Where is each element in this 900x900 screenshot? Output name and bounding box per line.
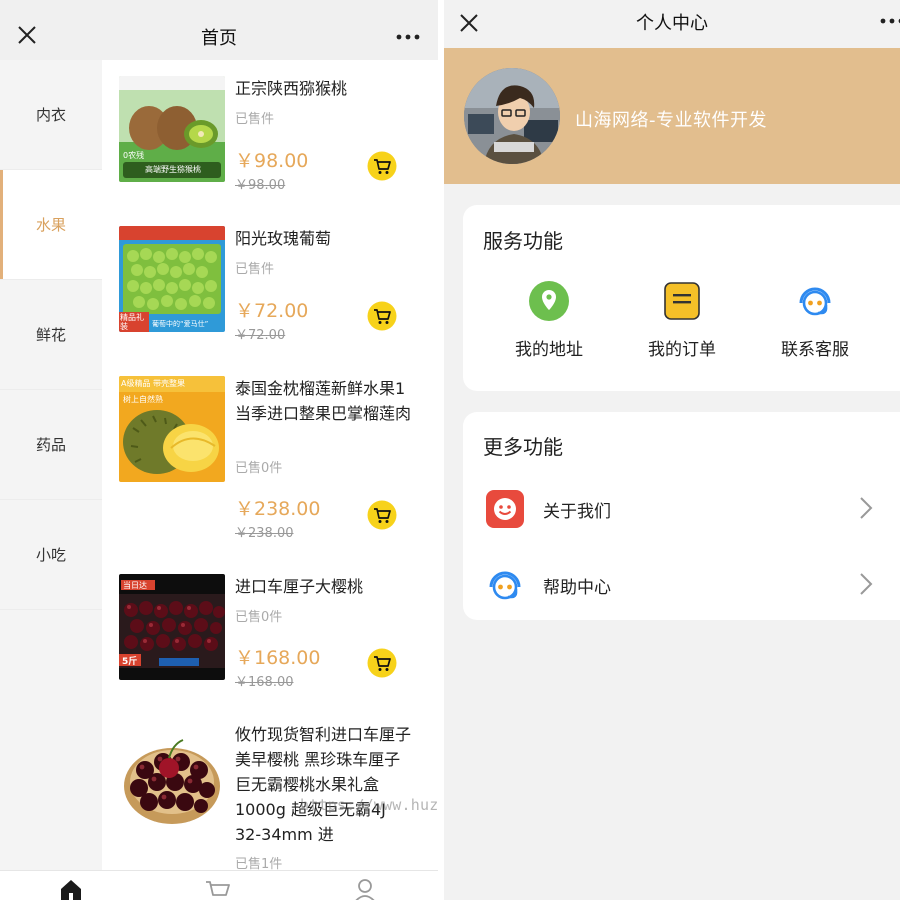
category-item[interactable]: 药品 <box>0 390 102 500</box>
add-to-cart-icon[interactable] <box>367 151 397 181</box>
sold-count: 已售1件 <box>235 857 283 870</box>
goods-item[interactable]: 高端野生猕猴桃 0农残 正宗陕西猕猴桃 已售件 ￥98.00 ￥98.00 <box>102 60 438 210</box>
product-image: 当日达 5斤 <box>119 574 225 680</box>
category-item-active[interactable]: 水果 <box>0 170 102 280</box>
page-title: 个人中心 <box>636 13 708 34</box>
add-to-cart-icon[interactable] <box>367 301 397 331</box>
product-price: ￥98.00 <box>235 150 309 172</box>
goods-item[interactable]: 攸竹现货智利进口车厘子 美早樱桃 黑珍珠车厘子巨无霸樱桃水果礼盒 1000g 超… <box>102 708 438 870</box>
service-label: 我的订单 <box>648 340 716 360</box>
about-us-item[interactable]: 关于我们 <box>463 479 900 539</box>
product-name: 阳光玫瑰葡萄 <box>235 229 332 248</box>
home-icon[interactable] <box>58 877 84 900</box>
home-screen: 首页 内衣 水果 鲜花 药品 小吃 高端野生猕猴桃 0农残 正宗陕西猕猴桃 已售… <box>0 0 438 900</box>
about-us-icon <box>486 490 524 528</box>
sold-count: 已售0件 <box>235 610 283 625</box>
location-icon <box>529 281 569 321</box>
category-item[interactable]: 小吃 <box>0 500 102 610</box>
more-icon[interactable] <box>396 34 420 40</box>
profile-navbar: 个人中心 <box>444 0 900 48</box>
sold-count: 已售0件 <box>235 461 283 476</box>
customer-service-icon <box>799 287 831 316</box>
menu-item-label: 关于我们 <box>543 502 611 522</box>
category-label: 药品 <box>35 436 66 454</box>
product-image-caption: 树上自然熟 <box>123 395 163 404</box>
help-center-item[interactable]: 帮助中心 <box>463 555 900 615</box>
category-item[interactable]: 内衣 <box>0 60 102 170</box>
bottom-tab-bar <box>0 870 438 900</box>
more-icon[interactable] <box>880 18 900 24</box>
category-label: 内衣 <box>35 106 66 124</box>
product-image-caption: 5斤 <box>122 657 138 667</box>
product-price: ￥72.00 <box>235 300 309 322</box>
service-label: 我的地址 <box>515 340 583 360</box>
menu-item-label: 帮助中心 <box>543 578 611 598</box>
goods-list: 高端野生猕猴桃 0农残 正宗陕西猕猴桃 已售件 ￥98.00 ￥98.00 精品… <box>102 60 438 870</box>
product-image-caption: A级精品 带壳整果 <box>121 379 186 388</box>
goods-item[interactable]: A级精品 带壳整果 树上自然熟 泰国金枕榴莲新鲜水果1当季进口整果巴掌榴莲肉 已… <box>102 360 438 560</box>
product-image: 高端野生猕猴桃 0农残 <box>119 76 225 182</box>
product-image: A级精品 带壳整果 树上自然熟 <box>119 376 225 482</box>
profile-screen: 个人中心 山海网络-专业软件开发 服务功能 我的地址 我的订单 联系客服 更多功… <box>444 0 900 900</box>
page-title: 首页 <box>201 28 237 49</box>
customer-service-button[interactable]: 联系客服 <box>760 281 870 361</box>
user-nickname: 山海网络-专业软件开发 <box>575 110 767 131</box>
chevron-right-icon <box>860 573 873 595</box>
product-image-caption: 精品礼装 <box>120 313 144 331</box>
section-title: 服务功能 <box>483 229 563 253</box>
sold-count: 已售件 <box>235 262 275 277</box>
product-name: 进口车厘子大樱桃 <box>235 577 364 596</box>
product-image-caption: 当日达 <box>123 581 147 590</box>
help-center-icon <box>489 571 521 600</box>
category-label: 鲜花 <box>35 326 66 344</box>
add-to-cart-icon[interactable] <box>367 648 397 678</box>
original-price: ￥72.00 <box>235 328 286 343</box>
goods-item[interactable]: 当日达 5斤 进口车厘子大樱桃 已售0件 ￥168.00 ￥168.00 <box>102 558 438 708</box>
avatar[interactable] <box>464 68 560 164</box>
category-item[interactable]: 鲜花 <box>0 280 102 390</box>
user-icon[interactable] <box>352 877 378 900</box>
original-price: ￥168.00 <box>235 675 294 690</box>
home-navbar: 首页 <box>0 0 438 60</box>
product-name: 攸竹现货智利进口车厘子 美早樱桃 黑珍珠车厘子巨无霸樱桃水果礼盒 1000g 超… <box>235 725 412 844</box>
my-address-button[interactable]: 我的地址 <box>494 281 604 361</box>
add-to-cart-icon[interactable] <box>367 500 397 530</box>
product-name: 正宗陕西猕猴桃 <box>235 79 348 98</box>
services-card: 服务功能 我的地址 我的订单 联系客服 <box>463 205 900 391</box>
product-price: ￥168.00 <box>235 647 321 669</box>
service-label: 联系客服 <box>781 340 849 360</box>
more-features-card: 更多功能 关于我们 帮助中心 <box>463 412 900 620</box>
order-icon <box>664 282 700 320</box>
product-image: 精品礼装 葡萄中的“爱马仕” <box>119 226 225 332</box>
product-image-caption: 0农残 <box>123 151 145 160</box>
product-price: ￥238.00 <box>235 498 321 520</box>
chevron-right-icon <box>860 497 873 519</box>
category-label: 小吃 <box>35 546 66 564</box>
my-orders-button[interactable]: 我的订单 <box>627 281 737 361</box>
original-price: ￥238.00 <box>235 526 294 541</box>
category-sidebar: 内衣 水果 鲜花 药品 小吃 <box>0 60 102 870</box>
sold-count: 已售件 <box>235 112 275 127</box>
product-image-caption: 高端野生猕猴桃 <box>145 165 201 174</box>
profile-header: 山海网络-专业软件开发 <box>444 48 900 184</box>
product-name: 泰国金枕榴莲新鲜水果1当季进口整果巴掌榴莲肉 <box>235 379 412 423</box>
section-title: 更多功能 <box>483 435 563 459</box>
product-image-caption: 葡萄中的“爱马仕” <box>152 320 209 328</box>
original-price: ￥98.00 <box>235 178 286 193</box>
product-image <box>119 726 225 832</box>
category-label: 水果 <box>35 216 66 234</box>
goods-item[interactable]: 精品礼装 葡萄中的“爱马仕” 阳光玫瑰葡萄 已售件 ￥72.00 ￥72.00 <box>102 210 438 360</box>
cart-icon[interactable] <box>204 877 230 900</box>
